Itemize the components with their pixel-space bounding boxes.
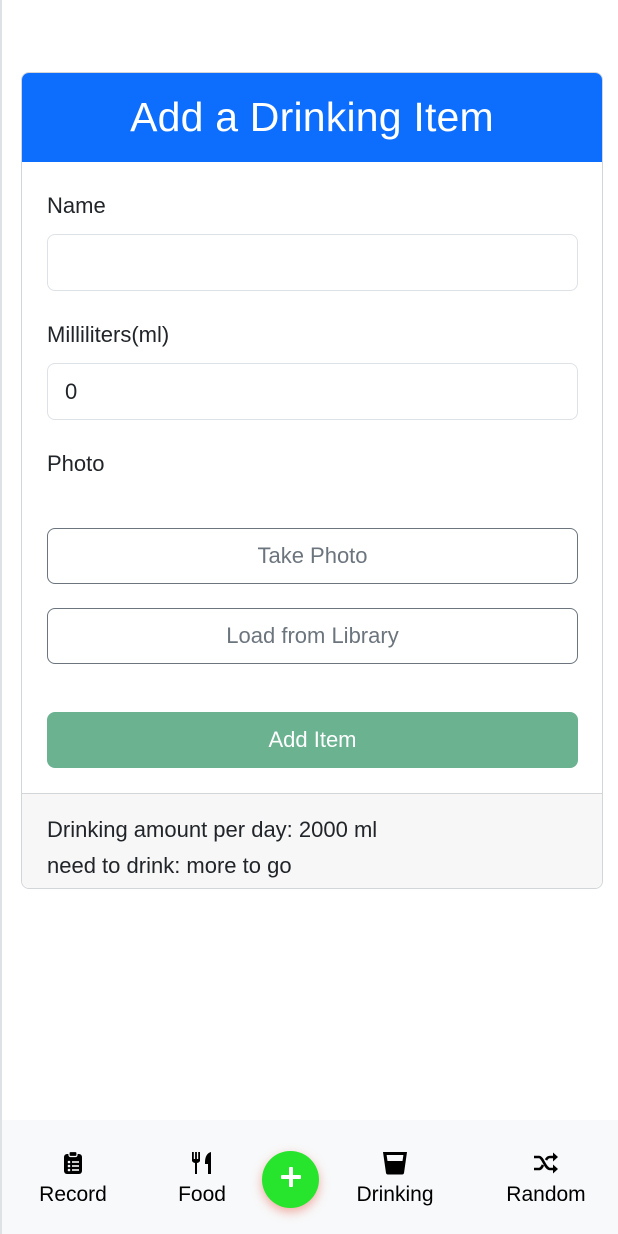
milliliters-label: Milliliters(ml) (47, 322, 170, 347)
clipboard-icon (60, 1150, 86, 1176)
take-photo-button[interactable]: Take Photo (47, 528, 578, 584)
shuffle-icon (533, 1150, 559, 1176)
daily-amount-text: Drinking amount per day: 2000 ml (47, 817, 378, 842)
nav-label-record: Record (39, 1183, 107, 1206)
utensils-icon (189, 1150, 215, 1176)
drinking-form: Name Milliliters(ml) Photo Take Photo Lo… (22, 162, 602, 793)
nav-item-random[interactable]: Random (505, 1150, 587, 1207)
card-footer: Drinking amount per day: 2000 ml need to… (22, 793, 602, 888)
add-fab-button[interactable] (262, 1151, 319, 1208)
card-title: Add a Drinking Item (22, 73, 602, 162)
nav-label-drinking: Drinking (356, 1183, 434, 1206)
milliliters-input[interactable] (47, 363, 578, 420)
need-to-drink-text: need to drink: more to go (47, 853, 292, 878)
add-item-button[interactable]: Add Item (47, 712, 578, 768)
bottom-nav: Record Food Drinking Random (2, 1120, 618, 1234)
nav-label-random: Random (506, 1183, 586, 1206)
nav-item-record[interactable]: Record (39, 1150, 107, 1207)
nav-label-food: Food (178, 1183, 226, 1206)
photo-label: Photo (47, 451, 105, 476)
name-label: Name (47, 193, 106, 218)
name-input[interactable] (47, 234, 578, 291)
nav-item-food[interactable]: Food (174, 1150, 230, 1207)
plus-icon (280, 1166, 302, 1193)
nav-item-drinking[interactable]: Drinking (354, 1150, 436, 1207)
add-drinking-card: Add a Drinking Item Name Milliliters(ml)… (21, 72, 603, 889)
page: Add a Drinking Item Name Milliliters(ml)… (0, 0, 618, 1234)
glass-icon (382, 1150, 408, 1176)
load-from-library-button[interactable]: Load from Library (47, 608, 578, 664)
